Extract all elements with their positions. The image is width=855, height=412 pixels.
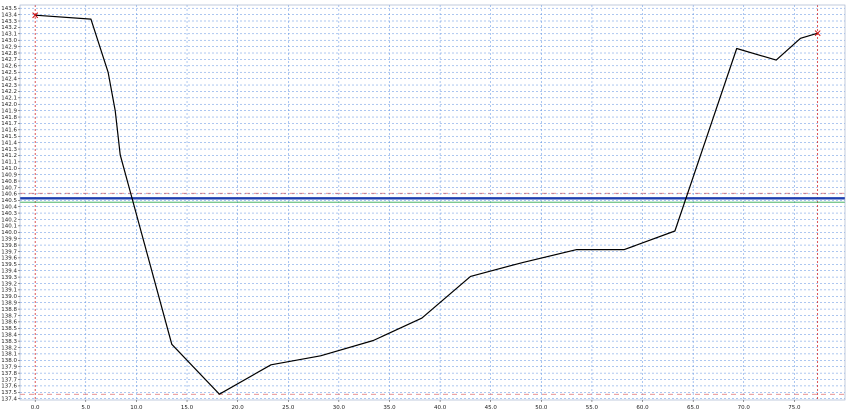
- y-tick-label: 137.7: [1, 377, 17, 383]
- y-tick-label: 138.6: [1, 320, 17, 326]
- cross-section-chart: 137.4137.5137.6137.7137.8137.9138.0138.1…: [0, 0, 855, 412]
- x-tick-label: 10.0: [130, 405, 143, 411]
- y-tick-label: 142.3: [1, 83, 17, 89]
- x-tick-label: 35.0: [383, 405, 396, 411]
- y-tick-label: 138.4: [1, 333, 17, 339]
- y-tick-label: 141.9: [1, 108, 17, 114]
- y-tick-label: 140.9: [1, 172, 17, 178]
- x-tick-label: 45.0: [485, 405, 498, 411]
- y-tick-label: 139.0: [1, 294, 17, 300]
- y-tick-label: 139.6: [1, 256, 17, 262]
- y-tick-label: 143.0: [1, 38, 17, 44]
- y-tick-label: 140.3: [1, 211, 17, 217]
- y-tick-label: 142.6: [1, 64, 17, 70]
- chart-background: [0, 0, 855, 412]
- y-tick-label: 139.8: [1, 243, 17, 249]
- y-tick-label: 137.8: [1, 371, 17, 377]
- x-tick-label: 30.0: [333, 405, 346, 411]
- x-tick-label: 70.0: [738, 405, 751, 411]
- x-tick-label: 15.0: [181, 405, 194, 411]
- y-tick-label: 140.8: [1, 179, 17, 185]
- y-tick-label: 141.6: [1, 128, 17, 134]
- y-tick-label: 143.5: [1, 6, 17, 12]
- x-tick-label: 20.0: [232, 405, 245, 411]
- y-tick-label: 143.4: [1, 12, 17, 18]
- y-tick-label: 137.9: [1, 365, 17, 371]
- y-tick-label: 143.1: [1, 32, 17, 38]
- y-tick-label: 138.3: [1, 339, 17, 345]
- x-tick-label: 5.0: [81, 405, 90, 411]
- y-tick-label: 141.2: [1, 153, 17, 159]
- y-tick-label: 138.9: [1, 300, 17, 306]
- y-tick-label: 138.8: [1, 307, 17, 313]
- x-tick-label: 55.0: [586, 405, 599, 411]
- y-tick-label: 140.5: [1, 198, 17, 204]
- y-tick-label: 142.7: [1, 57, 17, 63]
- y-tick-label: 137.6: [1, 384, 17, 390]
- y-tick-label: 140.0: [1, 230, 17, 236]
- y-tick-label: 139.7: [1, 249, 17, 255]
- y-tick-label: 142.4: [1, 76, 17, 82]
- y-tick-label: 138.1: [1, 352, 17, 358]
- y-tick-label: 142.1: [1, 96, 17, 102]
- x-tick-label: 60.0: [636, 405, 649, 411]
- y-tick-label: 143.3: [1, 19, 17, 25]
- y-tick-label: 140.6: [1, 192, 17, 198]
- y-tick-label: 139.3: [1, 275, 17, 281]
- y-tick-label: 140.4: [1, 204, 17, 210]
- y-tick-label: 143.2: [1, 25, 17, 31]
- y-tick-label: 140.1: [1, 224, 17, 230]
- y-tick-label: 142.5: [1, 70, 17, 76]
- y-tick-label: 142.9: [1, 44, 17, 50]
- x-tick-label: 40.0: [434, 405, 447, 411]
- y-tick-label: 141.0: [1, 166, 17, 172]
- y-tick-label: 141.3: [1, 147, 17, 153]
- y-tick-label: 138.7: [1, 313, 17, 319]
- y-tick-label: 142.0: [1, 102, 17, 108]
- y-tick-label: 141.7: [1, 121, 17, 127]
- y-tick-label: 141.8: [1, 115, 17, 121]
- y-tick-label: 142.2: [1, 89, 17, 95]
- y-tick-label: 142.8: [1, 51, 17, 57]
- y-tick-label: 139.1: [1, 288, 17, 294]
- y-tick-label: 137.4: [1, 397, 17, 403]
- y-tick-label: 140.2: [1, 217, 17, 223]
- x-tick-label: 50.0: [535, 405, 548, 411]
- y-tick-label: 138.5: [1, 326, 17, 332]
- y-tick-label: 141.5: [1, 134, 17, 140]
- y-tick-label: 138.0: [1, 358, 17, 364]
- x-tick-label: 0.0: [31, 405, 40, 411]
- y-tick-label: 140.7: [1, 185, 17, 191]
- y-tick-label: 139.9: [1, 236, 17, 242]
- x-tick-label: 75.0: [788, 405, 801, 411]
- y-tick-label: 141.4: [1, 140, 17, 146]
- y-tick-label: 139.2: [1, 281, 17, 287]
- y-tick-label: 139.4: [1, 268, 17, 274]
- y-tick-label: 139.5: [1, 262, 17, 268]
- y-tick-label: 141.1: [1, 160, 17, 166]
- x-tick-label: 65.0: [687, 405, 700, 411]
- x-tick-label: 25.0: [282, 405, 295, 411]
- y-tick-label: 137.5: [1, 390, 17, 396]
- y-tick-label: 138.2: [1, 345, 17, 351]
